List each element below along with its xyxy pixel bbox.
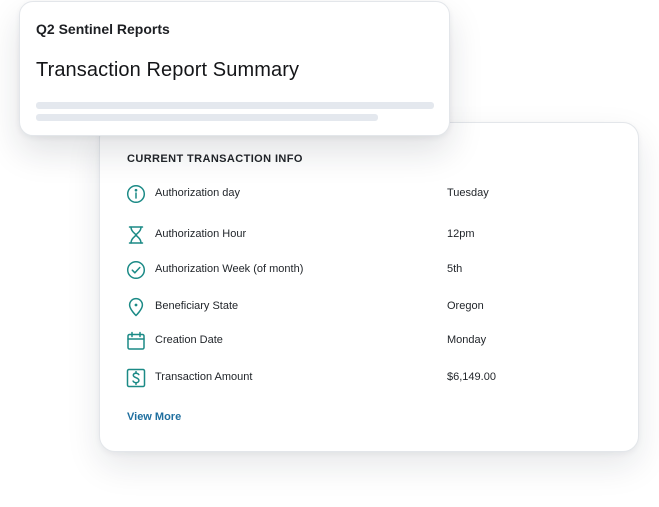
row-label: Beneficiary State: [155, 300, 239, 312]
stage: CURRENT TRANSACTION INFO Authorization d…: [0, 0, 659, 507]
hourglass-icon: [126, 225, 146, 245]
calendar-icon: [126, 331, 146, 351]
row-value: Oregon: [447, 300, 484, 312]
dollar-icon: [126, 368, 146, 388]
info-row-beneficiary-state: Beneficiary State Oregon: [126, 297, 596, 321]
info-row-authorization-week: Authorization Week (of month) 5th: [126, 260, 596, 284]
row-label: Authorization day: [155, 187, 240, 199]
row-value: Monday: [447, 334, 487, 346]
section-heading: CURRENT TRANSACTION INFO: [127, 153, 303, 165]
location-pin-icon: [126, 297, 146, 317]
row-label: Authorization Week (of month): [155, 263, 304, 275]
info-row-authorization-day: Authorization day Tuesday: [126, 184, 596, 208]
row-label: Transaction Amount: [155, 371, 253, 383]
info-row-authorization-hour: Authorization Hour 12pm: [126, 225, 596, 249]
placeholder-line: [36, 102, 434, 109]
view-more-link[interactable]: View More: [127, 411, 181, 423]
page-title: Transaction Report Summary: [36, 59, 300, 81]
row-value: $6,149.00: [447, 371, 496, 383]
row-value: 12pm: [447, 228, 475, 240]
info-row-transaction-amount: Transaction Amount $6,149.00: [126, 368, 596, 392]
row-value: 5th: [447, 263, 463, 275]
placeholder-line: [36, 114, 378, 121]
row-label: Creation Date: [155, 334, 223, 346]
report-summary-card: Q2 Sentinel Reports Transaction Report S…: [19, 1, 450, 136]
info-circle-icon: [126, 184, 146, 204]
row-label: Authorization Hour: [155, 228, 247, 240]
app-title: Q2 Sentinel Reports: [36, 21, 170, 37]
check-circle-icon: [126, 260, 146, 280]
info-row-creation-date: Creation Date Monday: [126, 331, 596, 355]
transaction-info-card: CURRENT TRANSACTION INFO Authorization d…: [99, 122, 639, 452]
row-value: Tuesday: [447, 187, 489, 199]
